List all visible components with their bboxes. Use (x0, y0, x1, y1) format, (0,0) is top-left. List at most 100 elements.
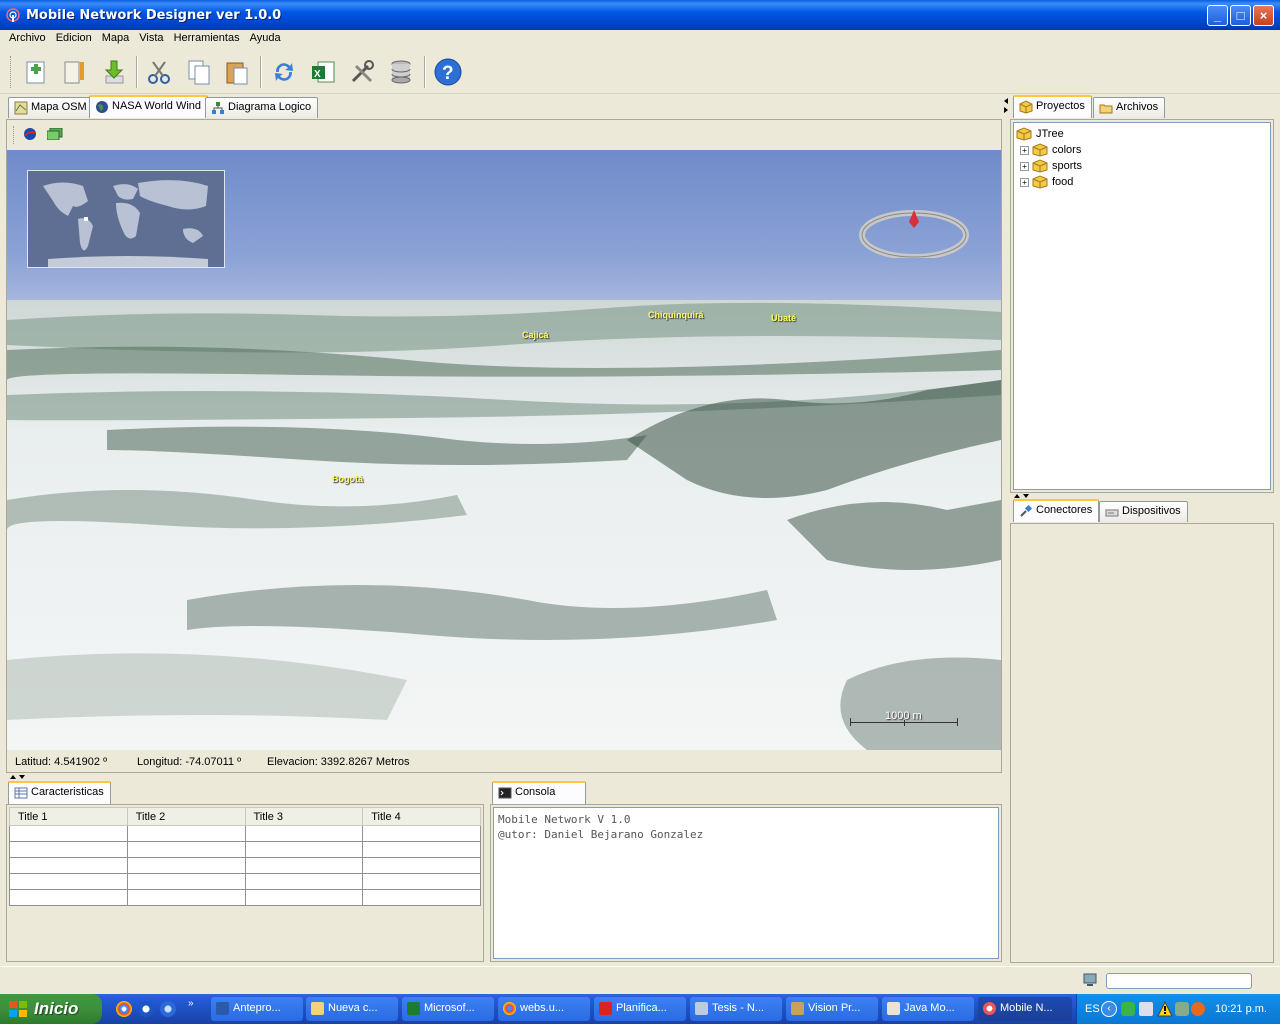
compass-icon[interactable] (859, 208, 969, 258)
menu-vista[interactable]: Vista (134, 30, 168, 44)
excel-icon: X (312, 61, 335, 83)
tab-consola[interactable]: Consola (492, 781, 586, 804)
database-button[interactable] (385, 56, 417, 88)
tab-archivos[interactable]: Archivos (1093, 97, 1166, 118)
menu-mapa[interactable]: Mapa (97, 30, 135, 44)
shield-icon[interactable] (1121, 1002, 1135, 1016)
cut-button[interactable] (143, 56, 175, 88)
column-header[interactable]: Title 4 (362, 807, 481, 826)
tree-node-sports[interactable]: + sports (1020, 158, 1082, 174)
table-row[interactable] (9, 889, 481, 906)
place-label: Cajicá (522, 330, 549, 340)
coordinates-bar: Latitud: 4.541902 º Longitud: -74.07011 … (7, 750, 1001, 772)
system-tray: ES ‹ 10:21 p.m. (1076, 994, 1280, 1024)
splitter-arrows-icon[interactable] (1003, 96, 1009, 116)
clock[interactable]: 10:21 p.m. (1215, 1003, 1267, 1015)
toolbar-grip[interactable] (10, 56, 13, 88)
column-header[interactable]: Title 2 (126, 807, 246, 826)
paste-icon (226, 62, 248, 85)
taskbar-button[interactable]: Mobile N... (978, 997, 1072, 1021)
tray-update-icon[interactable] (1191, 1002, 1205, 1016)
console-output[interactable]: Mobile Network V 1.0 @utor: Daniel Bejar… (493, 807, 999, 959)
copy-icon (188, 60, 210, 85)
column-header[interactable]: Title 1 (9, 807, 128, 826)
taskbar-button[interactable]: Antepro... (211, 997, 303, 1021)
package-icon (1016, 127, 1032, 141)
menu-archivo[interactable]: Archivo (4, 30, 51, 44)
desktop-quicklaunch-icon[interactable] (160, 1001, 176, 1017)
cut-icon (148, 61, 170, 84)
map-icon (14, 101, 28, 115)
taskbar-button[interactable]: Vision Pr... (786, 997, 878, 1021)
menu-herramientas[interactable]: Herramientas (169, 30, 245, 44)
table-row[interactable] (9, 873, 481, 890)
taskbar-label: webs.u... (520, 1002, 565, 1014)
taskbar-button[interactable]: Microsof... (402, 997, 494, 1021)
expand-icon[interactable]: + (1020, 161, 1029, 171)
layers-icon[interactable] (47, 128, 63, 140)
tab-caracteristicas[interactable]: Caracteristicas (8, 781, 111, 804)
taskbar-button[interactable]: Java Mo... (882, 997, 974, 1021)
language-indicator[interactable]: ES (1085, 1003, 1100, 1015)
refresh-button[interactable] (268, 56, 300, 88)
tab-mapa-osm[interactable]: Mapa OSM (8, 97, 94, 118)
tab-dispositivos[interactable]: Dispositivos (1099, 501, 1188, 522)
splitter-arrows-icon[interactable] (8, 774, 28, 780)
tab-label: NASA World Wind (112, 100, 202, 112)
column-header[interactable]: Title 3 (244, 807, 364, 826)
computer-icon (1083, 973, 1097, 986)
help-button[interactable]: ? (432, 56, 464, 88)
project-tree[interactable]: JTree + colors + sports + food (1013, 122, 1271, 490)
tab-nasa-world-wind[interactable]: NASA World Wind (89, 95, 209, 118)
chrome-quicklaunch-icon[interactable] (116, 1001, 132, 1017)
warning-icon[interactable] (1157, 1001, 1173, 1017)
expand-icon[interactable]: + (1020, 145, 1029, 155)
taskbar-button[interactable]: Planifica... (594, 997, 686, 1021)
edit-button[interactable] (58, 56, 90, 88)
tray-app-icon[interactable] (1175, 1002, 1189, 1016)
taskbar-button[interactable]: webs.u... (498, 997, 590, 1021)
tray-expand-icon[interactable]: ‹ (1101, 1001, 1117, 1017)
tree-node-food[interactable]: + food (1020, 174, 1073, 190)
nasa-logo-icon[interactable] (23, 127, 37, 141)
minimize-button[interactable]: _ (1207, 5, 1228, 26)
table-row[interactable] (9, 857, 481, 874)
world-minimap[interactable] (27, 170, 225, 268)
paste-button[interactable] (221, 56, 253, 88)
chevron-right-icon[interactable]: » (188, 998, 194, 1009)
tree-root[interactable]: JTree (1016, 126, 1064, 142)
maximize-button[interactable]: □ (1230, 5, 1251, 26)
tree-label: sports (1052, 160, 1082, 172)
table-row[interactable] (9, 841, 481, 858)
menu-edicion[interactable]: Edicion (51, 30, 97, 44)
progress-bar (1106, 973, 1252, 989)
scale-bar: 1000 m (850, 710, 960, 730)
copy-button[interactable] (183, 56, 215, 88)
tree-label: colors (1052, 144, 1082, 156)
tab-conectores[interactable]: Conectores (1013, 499, 1100, 522)
download-button[interactable] (98, 56, 130, 88)
media-player-quicklaunch-icon[interactable] (138, 1001, 154, 1017)
taskbar-button[interactable]: Nueva c... (306, 997, 398, 1021)
status-bar (0, 966, 1280, 994)
characteristics-table[interactable]: Title 1 Title 2 Title 3 Title 4 (9, 807, 481, 906)
network-icon[interactable] (1139, 1002, 1153, 1016)
close-button[interactable]: × (1253, 5, 1274, 26)
excel-button[interactable]: X (307, 56, 339, 88)
taskbar-button[interactable]: Tesis - N... (690, 997, 782, 1021)
new-button[interactable] (20, 56, 52, 88)
elevation-readout: Elevacion: 3392.8267 Metros (267, 756, 410, 768)
menu-ayuda[interactable]: Ayuda (245, 30, 286, 44)
expand-icon[interactable]: + (1020, 177, 1029, 187)
tab-proyectos[interactable]: Proyectos (1013, 95, 1092, 118)
tab-diagrama-logico[interactable]: Diagrama Logico (205, 97, 319, 118)
table-row[interactable] (9, 825, 481, 842)
characteristics-tabs: Caracteristicas (8, 781, 486, 804)
toolbar-grip[interactable] (13, 126, 15, 144)
tree-node-colors[interactable]: + colors (1020, 142, 1081, 158)
database-icon (391, 60, 411, 84)
start-button[interactable]: Inicio (0, 994, 102, 1024)
java-icon (887, 1002, 900, 1015)
globe-3d-view[interactable]: Chiquinquirá Ubaté Cajicá Bogotá 1000 m (7, 150, 1001, 750)
tools-button[interactable] (346, 56, 378, 88)
